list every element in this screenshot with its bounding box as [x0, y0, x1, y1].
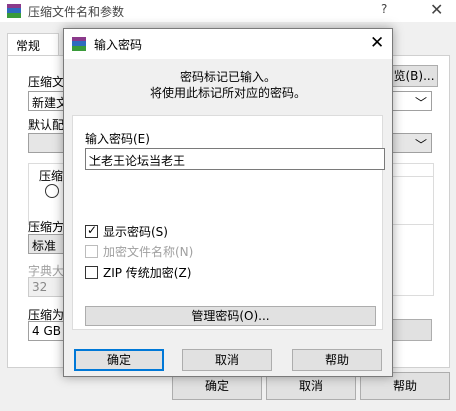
background-ok-label: 确定: [204, 379, 229, 393]
zip-legacy-checkbox[interactable]: [85, 266, 98, 279]
dialog-title: 输入密码: [94, 38, 143, 52]
chevron-down-icon: ﹀: [415, 138, 428, 152]
help-button[interactable]: 帮助: [292, 349, 382, 371]
manage-passwords-label: 管理密码(O)...: [191, 309, 270, 323]
show-password-checkbox[interactable]: [85, 223, 98, 238]
background-help-label: 帮助: [392, 379, 417, 393]
password-dialog: 输入密码 ✕ 密码标记已输入。 将使用此标记所对应的密码。 输入密码(E) 上老…: [63, 28, 393, 377]
label-archive-name: 压缩文: [28, 75, 65, 89]
chevron-down-icon[interactable]: ﹀: [89, 153, 380, 170]
info-line-1: 密码标记已输入。: [179, 70, 276, 84]
background-close-button[interactable]: ✕: [430, 0, 443, 19]
split-value: 4 GB: [32, 324, 61, 338]
ok-label: 确定: [106, 353, 131, 367]
chevron-down-icon: ﹀: [415, 96, 428, 110]
label-method: 压缩方: [28, 220, 65, 234]
cancel-label: 取消: [214, 353, 239, 367]
method-value: 标准: [32, 239, 57, 253]
format-radio[interactable]: [45, 184, 59, 198]
encrypt-names-label[interactable]: 加密文件名称(N): [103, 243, 193, 260]
info-text: 密码标记已输入。 将使用此标记所对应的密码。: [64, 69, 392, 101]
zip-legacy-label[interactable]: ZIP 传统加密(Z): [103, 264, 191, 281]
label-default-profile: 默认配: [28, 118, 65, 132]
password-label: 输入密码(E): [85, 132, 150, 146]
show-password-label[interactable]: 显示密码(S): [103, 223, 168, 240]
encrypt-names-checkbox[interactable]: [85, 245, 98, 258]
close-icon[interactable]: ✕: [370, 33, 384, 53]
cancel-button[interactable]: 取消: [182, 349, 272, 371]
ok-button[interactable]: 确定: [74, 349, 164, 371]
password-group: 输入密码(E) 上老王论坛当老王 ﹀ 显示密码(S) 加密文件名称(N) ZIP…: [72, 115, 385, 330]
tab-general[interactable]: 常规: [7, 33, 59, 56]
winrar-icon: [7, 4, 21, 18]
background-title: 压缩文件名和参数: [28, 5, 125, 19]
winrar-icon: [72, 37, 86, 51]
background-cancel-label: 取消: [298, 379, 323, 393]
tab-general-label: 常规: [16, 39, 41, 53]
dialog-title-bar: 输入密码 ✕: [64, 29, 392, 59]
background-title-bar: 压缩文件名和参数 ? ✕: [0, 0, 456, 22]
info-line-2: 将使用此标记所对应的密码。: [149, 86, 306, 100]
dictionary-value: 32: [32, 280, 48, 294]
help-icon[interactable]: ?: [381, 2, 387, 16]
password-input[interactable]: 上老王论坛当老王 ﹀: [85, 148, 385, 170]
help-label: 帮助: [324, 353, 349, 367]
manage-passwords-button[interactable]: 管理密码(O)...: [85, 306, 376, 326]
